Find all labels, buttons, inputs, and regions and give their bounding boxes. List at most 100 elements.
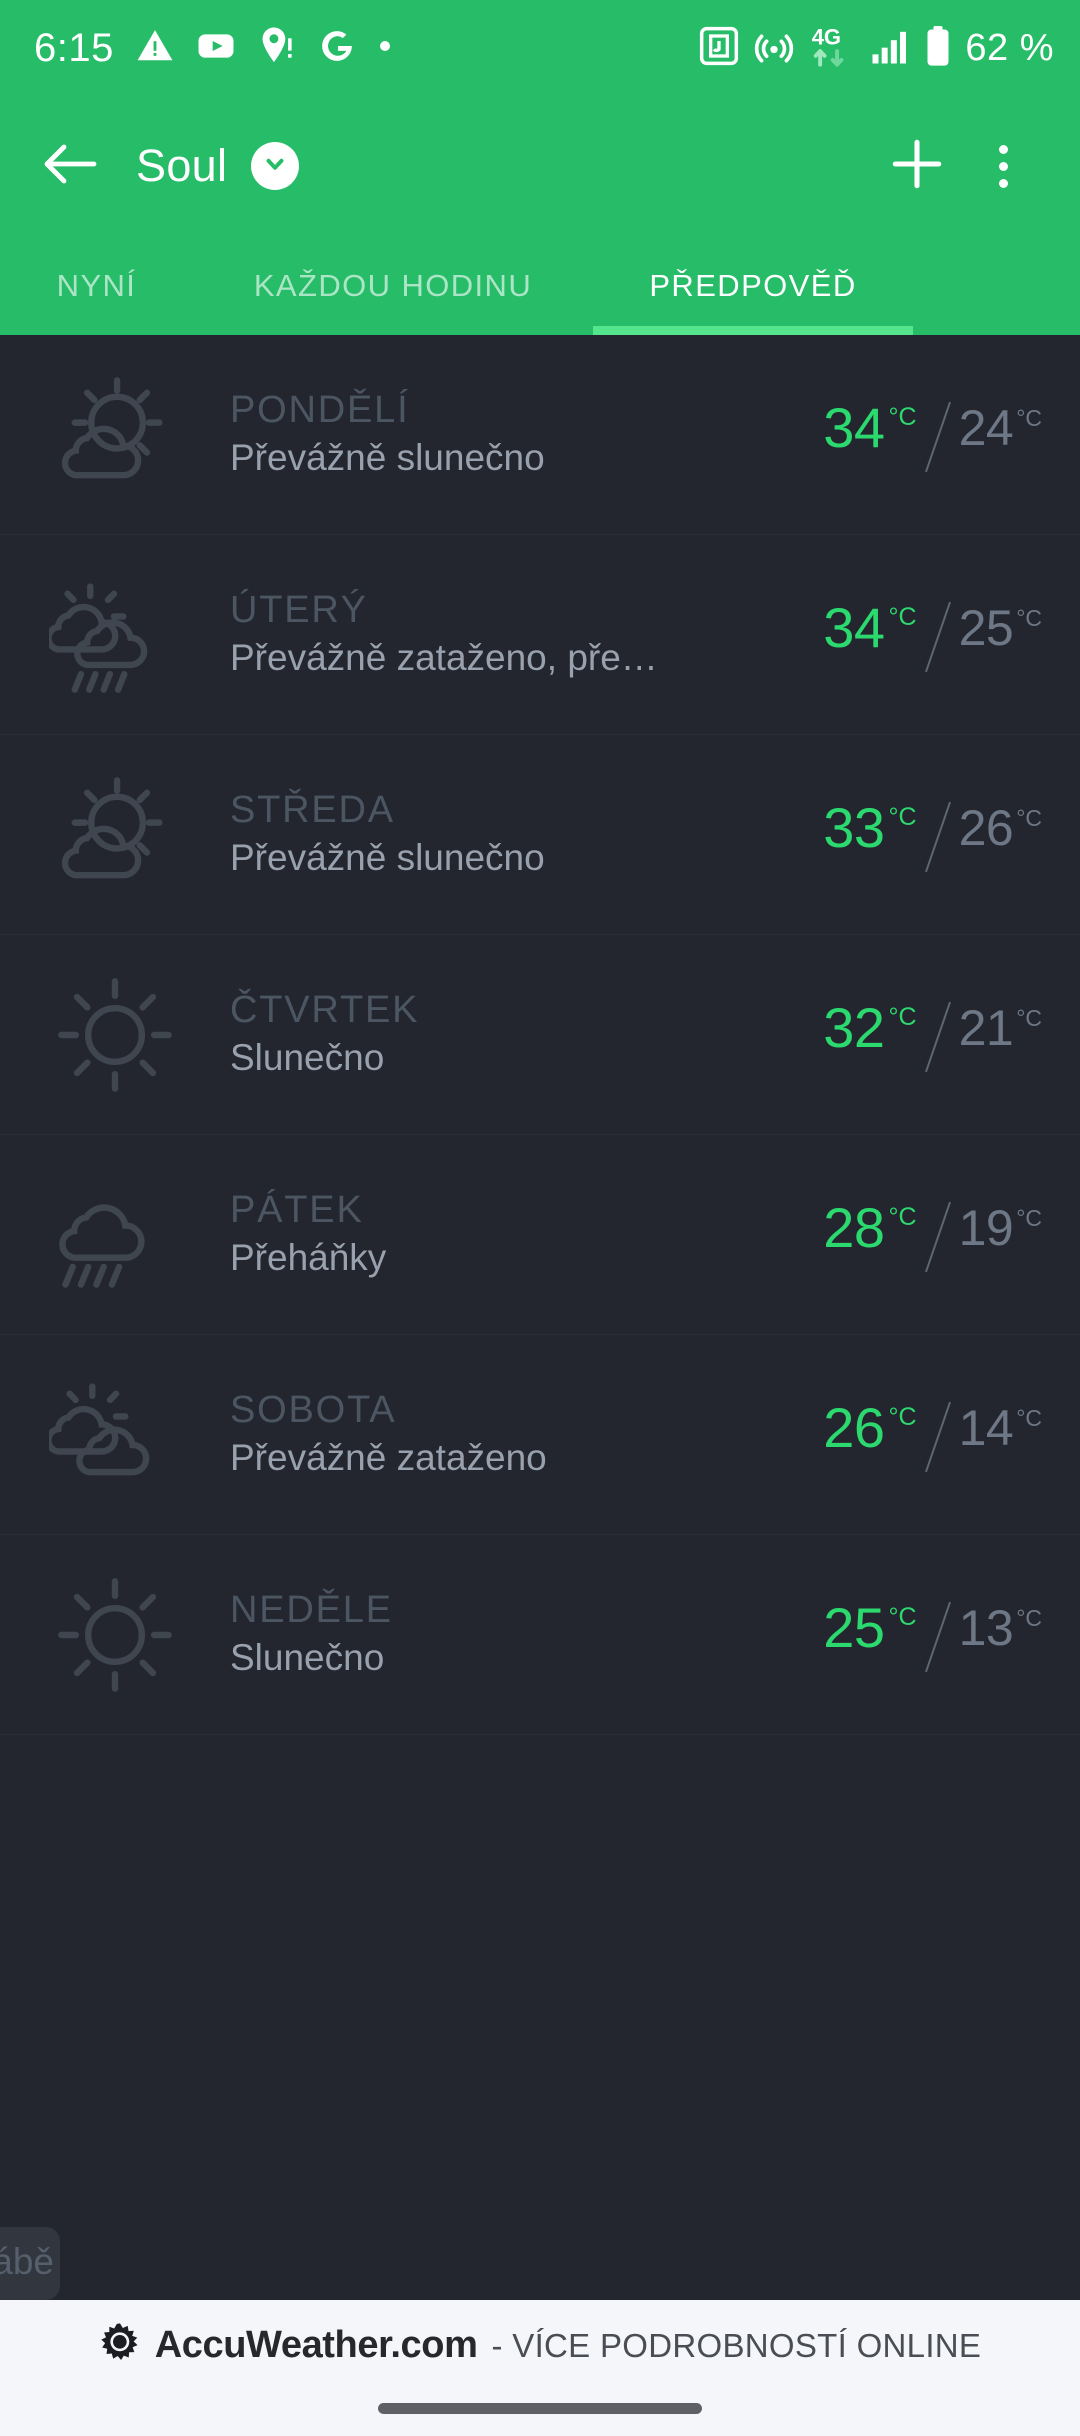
app-bar: Soul: [0, 96, 1080, 236]
temperature-range: 32 °C 21 °C: [742, 996, 1042, 1074]
low-temp-value: 26: [959, 803, 1014, 853]
temp-separator: [925, 802, 951, 873]
day-description: Slunečno: [230, 1637, 722, 1680]
svg-text:4G: 4G: [812, 24, 841, 49]
row-text: PONDĚLÍ Převážně slunečno: [230, 391, 742, 479]
high-temperature: 34 °C: [823, 400, 916, 456]
table-row[interactable]: ČTVRTEK Slunečno 32 °C 21 °C: [0, 935, 1080, 1135]
day-description: Převážně slunečno: [230, 437, 722, 480]
low-temp-unit: °C: [1016, 807, 1042, 830]
temp-separator: [925, 1202, 951, 1273]
screenshot-frame-icon: [699, 26, 739, 71]
high-temp-value: 25: [823, 1600, 884, 1656]
4g-data-icon: 4G: [809, 24, 855, 73]
rain-cloud-icon: [0, 1135, 230, 1335]
day-name: PÁTEK: [230, 1191, 722, 1231]
day-name: STŘEDA: [230, 791, 722, 831]
clouds-sun-rain-icon: [0, 535, 230, 735]
location-dropdown-button[interactable]: [251, 142, 299, 190]
table-row[interactable]: NEDĚLE Slunečno 25 °C 13 °C: [0, 1535, 1080, 1735]
accuweather-sun-icon: [99, 2322, 141, 2369]
low-temperature: 14 °C: [959, 1400, 1042, 1453]
high-temp-unit: °C: [889, 605, 917, 630]
warning-triangle-icon: [136, 27, 174, 70]
table-row[interactable]: PONDĚLÍ Převážně slunečno 34 °C 24 °C: [0, 335, 1080, 535]
high-temp-unit: °C: [889, 1605, 917, 1630]
high-temp-unit: °C: [889, 1405, 917, 1430]
day-name: ÚTERÝ: [230, 591, 722, 631]
youtube-icon: [196, 26, 236, 71]
tab-now-label: NYNÍ: [57, 268, 137, 304]
sun-behind-cloud-icon: [0, 735, 230, 935]
home-indicator[interactable]: [378, 2403, 702, 2414]
low-temp-unit: °C: [1016, 1407, 1042, 1430]
low-temp-value: 25: [959, 603, 1014, 653]
sun-icon: [0, 935, 230, 1135]
table-row[interactable]: PÁTEK Přeháňky 28 °C 19 °C: [0, 1135, 1080, 1335]
tab-forecast[interactable]: PŘEDPOVĚĎ: [593, 236, 913, 335]
low-temperature: 21 °C: [959, 1000, 1042, 1053]
overflow-menu-button[interactable]: [960, 123, 1046, 209]
high-temp-unit: °C: [889, 1005, 917, 1030]
low-temp-value: 13: [959, 1603, 1014, 1653]
forecast-list: PONDĚLÍ Převážně slunečno 34 °C 24 °C: [0, 335, 1080, 1735]
high-temp-unit: °C: [889, 1205, 917, 1230]
table-row[interactable]: STŘEDA Převážně slunečno 33 °C 26 °C: [0, 735, 1080, 935]
low-temp-unit: °C: [1016, 1607, 1042, 1630]
low-temperature: 24 °C: [959, 400, 1042, 453]
high-temperature: 34 °C: [823, 600, 916, 656]
temp-separator: [925, 1602, 951, 1673]
overlay-fragment-text: ábě: [0, 2241, 54, 2283]
high-temp-unit: °C: [889, 805, 917, 830]
location-alert-icon: [258, 26, 296, 71]
high-temp-value: 26: [823, 1400, 884, 1456]
battery-icon: [925, 25, 951, 72]
high-temp-value: 33: [823, 800, 884, 856]
sun-icon: [0, 1535, 230, 1735]
tab-hourly[interactable]: KAŽDOU HODINU: [193, 236, 593, 335]
high-temperature: 26 °C: [823, 1400, 916, 1456]
tab-active-indicator: [593, 326, 913, 335]
high-temp-value: 34: [823, 400, 884, 456]
plus-icon: [888, 135, 946, 198]
temp-separator: [925, 1002, 951, 1073]
day-name: NEDĚLE: [230, 1591, 722, 1631]
row-text: PÁTEK Přeháňky: [230, 1191, 742, 1279]
high-temp-value: 34: [823, 600, 884, 656]
table-row[interactable]: SOBOTA Převážně zataženo 26 °C 14 °C: [0, 1335, 1080, 1535]
back-arrow-icon[interactable]: [42, 140, 98, 193]
accuweather-attribution-bar[interactable]: AccuWeather.com - VÍCE PODROBNOSTÍ ONLIN…: [0, 2300, 1080, 2436]
chevron-down-icon: [262, 151, 288, 182]
row-text: NEDĚLE Slunečno: [230, 1591, 742, 1679]
high-temp-unit: °C: [889, 405, 917, 430]
attribution-inner: AccuWeather.com - VÍCE PODROBNOSTÍ ONLIN…: [99, 2322, 982, 2369]
day-description: Převážně zataženo: [230, 1437, 722, 1480]
row-text: ÚTERÝ Převážně zataženo, pře…: [230, 591, 742, 679]
row-text: ČTVRTEK Slunečno: [230, 991, 742, 1079]
low-temperature: 13 °C: [959, 1600, 1042, 1653]
temp-separator: [925, 1402, 951, 1473]
temperature-range: 33 °C 26 °C: [742, 796, 1042, 874]
add-location-button[interactable]: [874, 123, 960, 209]
low-temp-unit: °C: [1016, 1207, 1042, 1230]
table-row[interactable]: ÚTERÝ Převážně zataženo, pře… 34 °C 25 °…: [0, 535, 1080, 735]
clouds-sun-icon: [0, 1335, 230, 1535]
day-description: Slunečno: [230, 1037, 722, 1080]
day-name: PONDĚLÍ: [230, 391, 722, 431]
accuweather-brand-label: AccuWeather.com: [155, 2324, 478, 2367]
status-bar: 6:15: [0, 0, 1080, 96]
accuweather-subtitle-label: - VÍCE PODROBNOSTÍ ONLINE: [492, 2327, 982, 2365]
temperature-range: 25 °C 13 °C: [742, 1596, 1042, 1674]
sun-behind-cloud-icon: [0, 335, 230, 535]
tab-now[interactable]: NYNÍ: [0, 236, 193, 335]
low-temperature: 26 °C: [959, 800, 1042, 853]
day-description: Přeháňky: [230, 1237, 722, 1280]
high-temperature: 33 °C: [823, 800, 916, 856]
high-temperature: 28 °C: [823, 1200, 916, 1256]
tab-hourly-label: KAŽDOU HODINU: [254, 268, 532, 304]
low-temp-unit: °C: [1016, 407, 1042, 430]
overlay-fragment: ábě: [0, 2227, 60, 2300]
high-temp-value: 28: [823, 1200, 884, 1256]
temperature-range: 28 °C 19 °C: [742, 1196, 1042, 1274]
high-temperature: 25 °C: [823, 1600, 916, 1656]
